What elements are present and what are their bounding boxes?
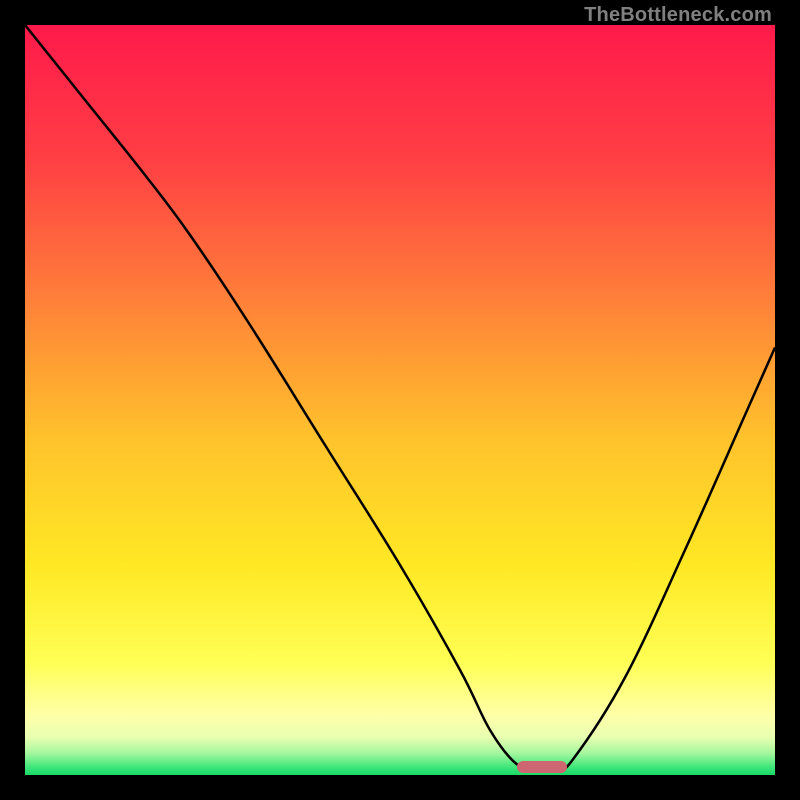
trough-marker	[517, 761, 567, 773]
curve-layer	[25, 25, 775, 775]
plot-area	[25, 25, 775, 775]
bottleneck-curve	[25, 25, 775, 769]
watermark-text: TheBottleneck.com	[584, 4, 772, 27]
chart-frame: TheBottleneck.com	[0, 0, 800, 800]
